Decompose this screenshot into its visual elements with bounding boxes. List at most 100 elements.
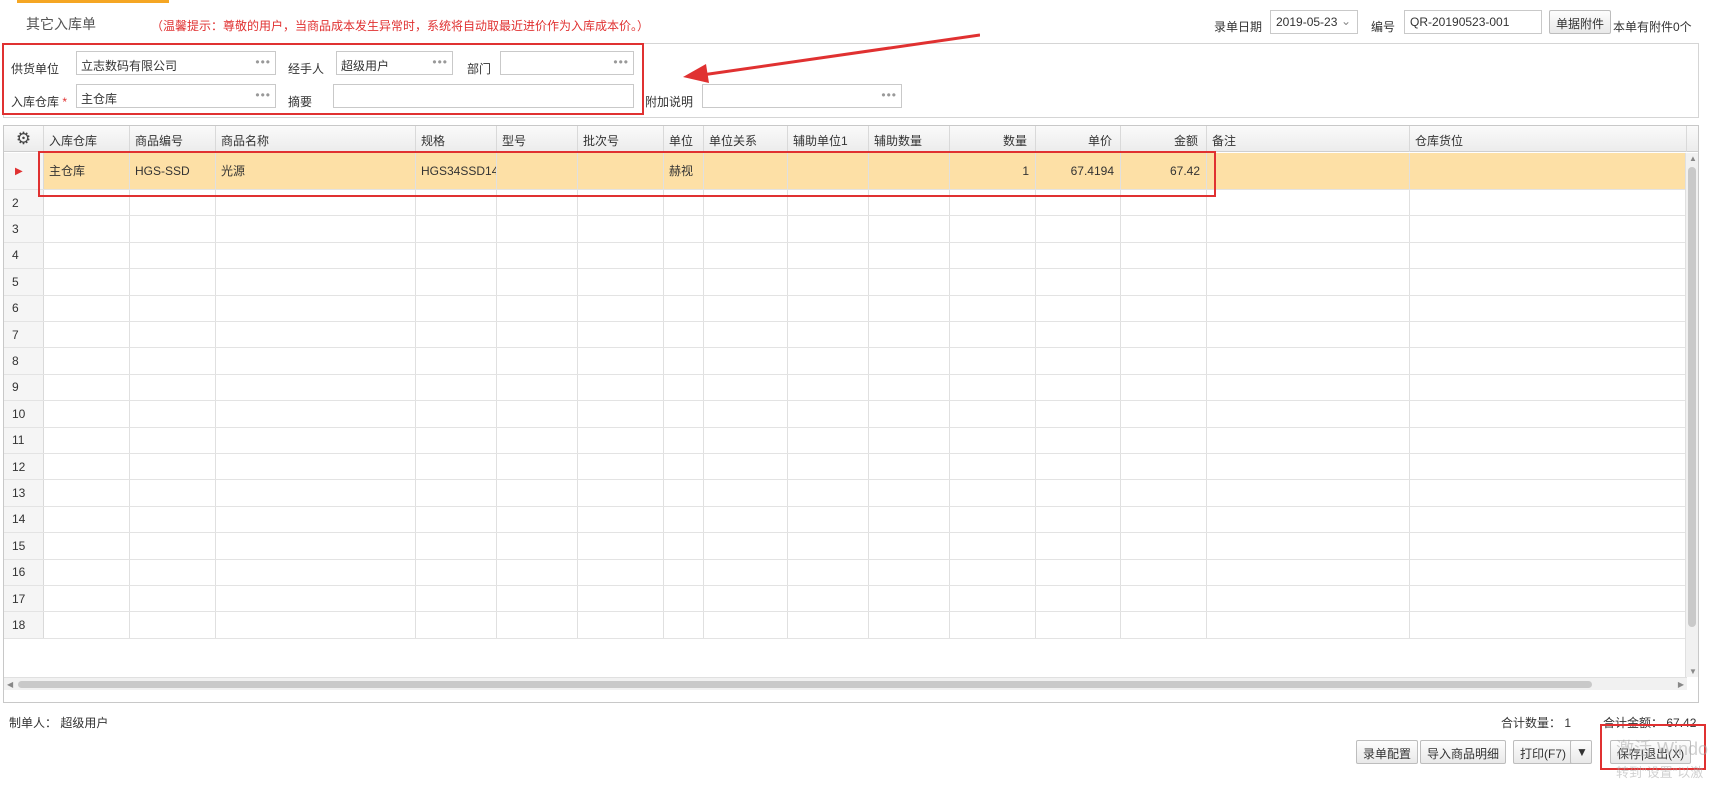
col-header-price[interactable]: 单价 [1036,126,1121,152]
cell-aux-unit[interactable] [788,612,869,638]
table-row[interactable]: ▶ 主仓库HGS-SSD光源HGS34SSD14W 赫视 167.419467.42 [4,153,1687,190]
cell-code[interactable] [130,348,216,374]
cell-warehouse[interactable] [44,216,130,242]
cell-price[interactable] [1036,612,1121,638]
col-header-qty[interactable]: 数量 [950,126,1036,152]
table-row[interactable]: 14 [4,506,1687,534]
cell-amount[interactable] [1121,322,1207,348]
cell-name[interactable]: 光源 [216,153,416,189]
cell-spec[interactable]: HGS34SSD14W [416,153,497,189]
col-header-unit[interactable]: 单位 [664,126,704,152]
cell-spec[interactable] [416,533,497,559]
cell-unit[interactable] [664,322,704,348]
supplier-field[interactable]: 立志数码有限公司 ••• [76,51,276,75]
col-header-aux-unit[interactable]: 辅助单位1 [788,126,869,152]
cell-remark[interactable] [1207,374,1410,401]
cell-model[interactable] [497,242,578,269]
table-row[interactable]: 2 [4,190,1687,217]
cell-batch[interactable] [578,295,664,321]
cell-spec[interactable] [416,190,497,216]
col-header-location[interactable]: 仓库货位 [1410,126,1687,152]
table-row[interactable]: 13 [4,480,1687,507]
print-dropdown-button[interactable]: ▼ [1570,740,1592,764]
cell-warehouse[interactable] [44,269,130,295]
cell-aux-qty[interactable] [869,506,950,533]
cell-location[interactable] [1410,586,1687,612]
cell-aux-unit[interactable] [788,269,869,295]
cell-warehouse[interactable] [44,506,130,533]
cell-name[interactable] [216,506,416,533]
scroll-up-icon[interactable]: ▲ [1689,154,1697,163]
cell-remark[interactable] [1207,612,1410,638]
cell-location[interactable] [1410,322,1687,348]
cell-batch[interactable] [578,612,664,638]
cell-aux-qty[interactable] [869,533,950,559]
cell-batch[interactable] [578,586,664,612]
cell-aux-unit[interactable] [788,348,869,374]
cell-batch[interactable] [578,322,664,348]
cell-name[interactable] [216,533,416,559]
cell-model[interactable] [497,612,578,638]
cell-warehouse[interactable] [44,586,130,612]
horizontal-scrollbar[interactable]: ◀ ▶ [4,677,1687,690]
cell-model[interactable] [497,454,578,480]
cell-warehouse[interactable] [44,427,130,453]
cell-code[interactable] [130,480,216,506]
cell-batch[interactable] [578,427,664,453]
cell-name[interactable] [216,269,416,295]
cell-batch[interactable] [578,374,664,401]
col-header-amount[interactable]: 金额 [1121,126,1207,152]
cell-unit-relation[interactable] [704,374,788,401]
cell-name[interactable] [216,348,416,374]
table-row[interactable]: 12 [4,454,1687,481]
cell-model[interactable] [497,322,578,348]
cell-price[interactable] [1036,559,1121,585]
cell-location[interactable] [1410,454,1687,480]
cell-qty[interactable] [950,427,1036,453]
cell-aux-qty[interactable] [869,612,950,638]
cell-remark[interactable] [1207,454,1410,480]
cell-qty[interactable] [950,559,1036,585]
cell-price[interactable] [1036,533,1121,559]
cell-amount[interactable] [1121,374,1207,401]
cell-qty[interactable] [950,322,1036,348]
table-row[interactable]: 9 [4,374,1687,402]
cell-warehouse[interactable] [44,559,130,585]
cell-code[interactable] [130,190,216,216]
cell-qty[interactable] [950,401,1036,427]
cell-amount[interactable] [1121,216,1207,242]
cell-code[interactable] [130,374,216,401]
col-header-remark[interactable]: 备注 [1207,126,1410,152]
cell-unit-relation[interactable] [704,506,788,533]
cell-remark[interactable] [1207,533,1410,559]
cell-qty[interactable] [950,190,1036,216]
cell-aux-qty[interactable] [869,295,950,321]
warehouse-field[interactable]: 主仓库 ••• [76,84,276,108]
cell-price[interactable] [1036,454,1121,480]
cell-aux-unit[interactable] [788,295,869,321]
cell-model[interactable] [497,269,578,295]
more-icon[interactable]: ••• [881,88,897,102]
cell-amount[interactable] [1121,401,1207,427]
cell-location[interactable] [1410,153,1687,189]
cell-unit-relation[interactable] [704,295,788,321]
cell-name[interactable] [216,401,416,427]
date-picker[interactable]: 2019-05-23 ⌄ [1270,10,1358,34]
cell-code[interactable] [130,401,216,427]
cell-model[interactable] [497,190,578,216]
cell-aux-unit[interactable] [788,586,869,612]
cell-code[interactable] [130,506,216,533]
cell-spec[interactable] [416,401,497,427]
col-header-batch[interactable]: 批次号 [578,126,664,152]
cell-batch[interactable] [578,269,664,295]
more-icon[interactable]: ••• [255,55,271,69]
cell-remark[interactable] [1207,269,1410,295]
cell-aux-unit[interactable] [788,454,869,480]
cell-price[interactable] [1036,242,1121,269]
cell-aux-qty[interactable] [869,216,950,242]
cell-unit[interactable] [664,295,704,321]
cell-warehouse[interactable] [44,454,130,480]
cell-warehouse[interactable]: 主仓库 [44,153,130,189]
col-header-model[interactable]: 型号 [497,126,578,152]
cell-location[interactable] [1410,480,1687,506]
